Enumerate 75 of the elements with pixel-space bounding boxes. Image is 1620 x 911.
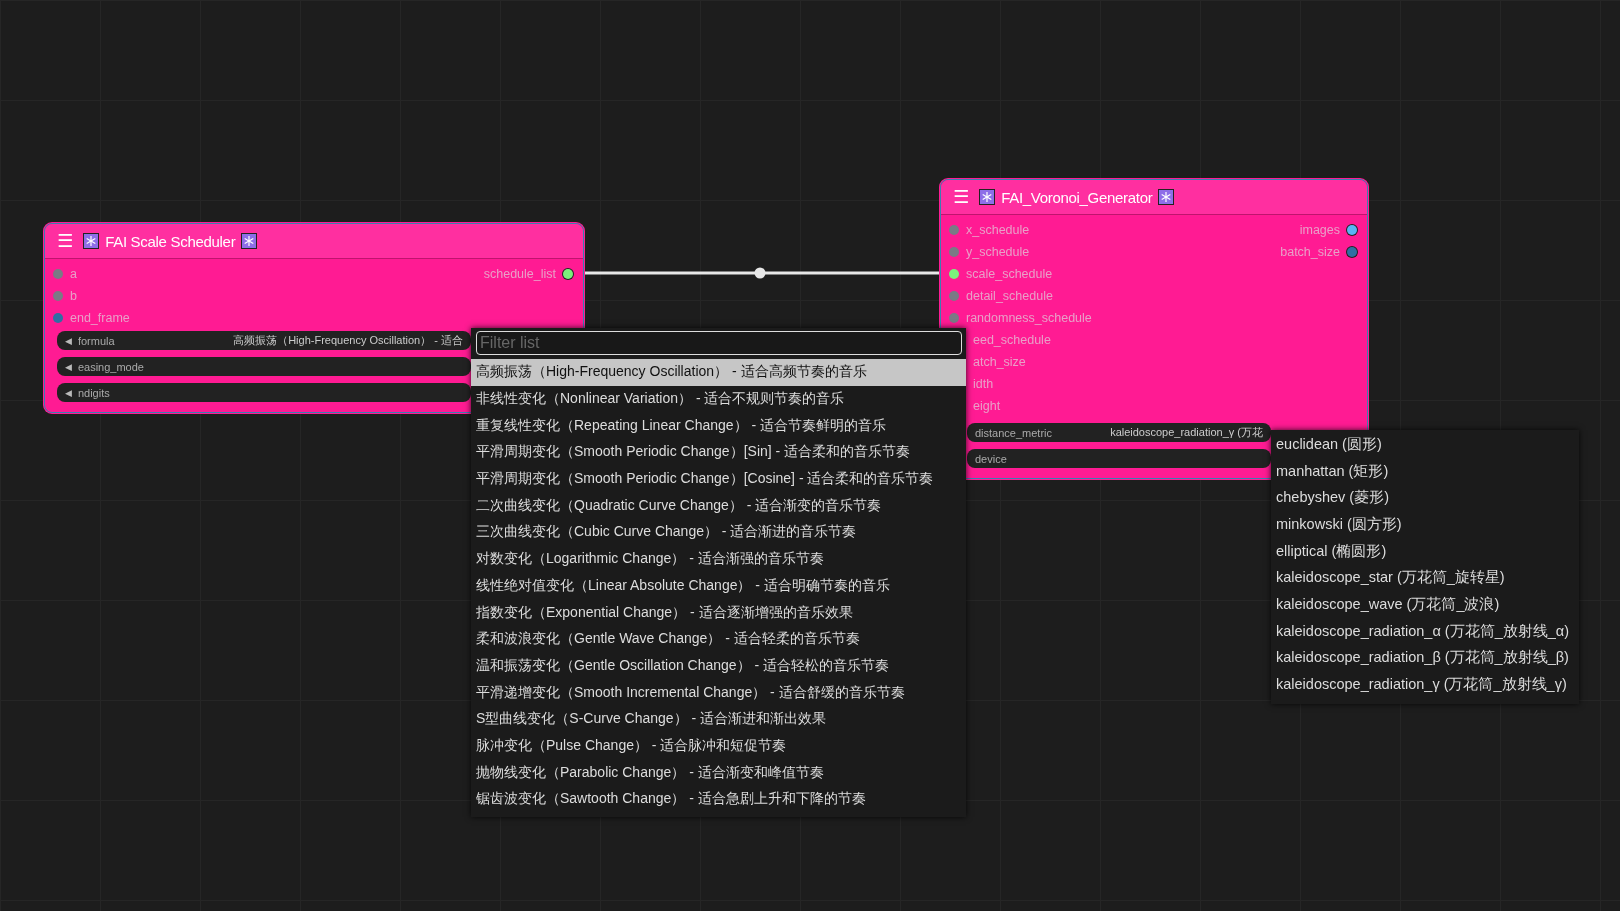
input-dot[interactable] [949, 225, 959, 235]
dropdown-item[interactable]: 指数变化（Exponential Change） - 适合逐渐增强的音乐效果 [471, 599, 966, 626]
dropdown-item[interactable]: 非线性变化（Nonlinear Variation） - 适合不规则节奏的音乐 [471, 385, 966, 413]
snowflake-icon [1158, 189, 1175, 205]
input-label: atch_size [973, 355, 1026, 369]
dropdown-item[interactable]: 三次曲线变化（Cubic Curve Change） - 适合渐进的音乐节奏 [471, 519, 966, 546]
menu-item[interactable]: elliptical (椭圆形) [1271, 537, 1579, 565]
menu-item[interactable]: manhattan (矩形) [1271, 457, 1579, 485]
filter-field[interactable]: Filter list [476, 331, 962, 355]
menu-item[interactable]: kaleidoscope_radiation_γ (万花筒_放射线_γ) [1271, 671, 1579, 698]
menu-item[interactable]: kaleidoscope_radiation_β (万花筒_放射线_β) [1271, 644, 1579, 672]
node-title: FAI Scale Scheduler [105, 232, 236, 250]
input-label: b [70, 289, 77, 303]
widget-label: ndigits [77, 386, 110, 399]
left-arrow-icon[interactable]: ◀ [65, 387, 72, 398]
input-label: eed_schedule [973, 333, 1051, 347]
node-title: FAI_Voronoi_Generator [1001, 188, 1153, 206]
output-dot[interactable] [563, 269, 573, 279]
dropdown-item[interactable]: 平滑周期变化（Smooth Periodic Change）[Sin] - 适合柔和的音乐节奏 [471, 439, 966, 466]
dropdown-item[interactable]: 对数变化（Logarithmic Change） - 适合渐强的音乐节奏 [471, 545, 966, 573]
menu-item[interactable]: minkowski (圆方形) [1271, 511, 1579, 538]
input-label: x_schedule [966, 223, 1030, 237]
dropdown-item[interactable]: 二次曲线变化（Quadratic Curve Change） - 适合渐变的音乐节奏 [471, 492, 966, 520]
menu-item[interactable]: euclidean (圆形) [1271, 431, 1579, 458]
widget-value: 高频振荡（High-Frequency Oscillation） - 适合 [233, 333, 463, 348]
dropdown-item[interactable]: S型曲线变化（S-Curve Change） - 适合渐进和渐出效果 [471, 705, 966, 733]
dropdown-item[interactable]: 柔和波浪变化（Gentle Wave Change） - 适合轻柔的音乐节奏 [471, 625, 966, 653]
dropdown-item[interactable]: 重复线性变化（Repeating Linear Change） - 适合节奏鲜明的音乐 [471, 412, 966, 440]
dropdown-item[interactable]: 线性绝对值变化（Linear Absolute Change） - 适合明确节奏的音乐 [471, 572, 966, 600]
input-label: a [70, 267, 77, 281]
left-arrow-icon[interactable]: ◀ [65, 361, 72, 372]
output-label: images [1299, 223, 1340, 237]
dropdown-item[interactable]: 平滑递增变化（Smooth Incremental Change） - 适合舒缓的音乐节奏 [471, 679, 966, 706]
menu-item[interactable]: kaleidoscope_radiation_α (万花筒_放射线_α) [1271, 617, 1579, 645]
widget-label: device [975, 452, 1007, 465]
widget-value: kaleidoscope_radiation_γ (万花 [1110, 425, 1263, 440]
dropdown-item[interactable]: 抛物线变化（Parabolic Change） - 适合渐变和峰值节奏 [471, 759, 966, 786]
input-label: y_schedule [966, 245, 1030, 259]
snowflake-icon [979, 189, 996, 205]
input-dot[interactable] [53, 269, 63, 279]
output-label: batch_size [1280, 245, 1340, 259]
widget-label: formula [77, 334, 115, 347]
widget-field[interactable]: ◀ formula 高频振荡（High-Frequency Oscillation） - 适合 [57, 331, 471, 350]
dropdown-item[interactable]: 高频振荡（High-Frequency Oscillation） - 适合高频节奏的音乐 [471, 359, 966, 386]
widget-field[interactable]: ◀ easing_mode [57, 357, 471, 376]
widget-field[interactable]: ◀ ndigits [57, 383, 471, 402]
left-arrow-icon[interactable]: ◀ [65, 335, 72, 346]
input-dot[interactable] [949, 313, 959, 323]
snowflake-icon [83, 233, 100, 249]
widget-label: distance_metric [975, 426, 1053, 439]
snowflake-icon [241, 233, 258, 249]
dropdown-item[interactable]: 平滑周期变化（Smooth Periodic Change）[Cosine] - 适合柔和的音乐节奏 [471, 465, 966, 493]
input-dot[interactable] [949, 247, 959, 257]
dropdown-item[interactable]: 脉冲变化（Pulse Change） - 适合脉冲和短促节奏 [471, 732, 966, 760]
widget-label: easing_mode [77, 360, 144, 373]
dropdown-item[interactable]: 温和振荡变化（Gentle Oscillation Change） - 适合轻松的音乐节奏 [471, 652, 966, 680]
widget-field[interactable]: distance_metric kaleidoscope_radiation_γ (万花 [967, 423, 1271, 442]
menu-item[interactable]: kaleidoscope_wave (万花筒_波浪) [1271, 591, 1579, 618]
widget-field[interactable]: device [967, 449, 1271, 468]
input-label: scale_schedule [966, 267, 1053, 281]
input-label: idth [973, 377, 994, 391]
input-label: randomness_schedule [966, 311, 1092, 325]
input-dot[interactable] [949, 291, 959, 301]
menu-item[interactable]: kaleidoscope_star (万花筒_旋转星) [1271, 564, 1579, 592]
input-dot[interactable] [53, 313, 63, 323]
input-dot[interactable] [949, 269, 959, 279]
input-dot[interactable] [53, 291, 63, 301]
output-label: schedule_list [483, 267, 556, 281]
output-dot[interactable] [1347, 225, 1357, 235]
input-label: eight [973, 399, 1001, 413]
menu-item[interactable]: chebyshev (菱形) [1271, 484, 1579, 512]
output-dot[interactable] [1347, 247, 1357, 257]
dropdown-item[interactable]: 锯齿波变化（Sawtooth Change） - 适合急剧上升和下降的节奏 [471, 786, 966, 813]
input-label: detail_schedule [966, 289, 1053, 303]
input-label: end_frame [70, 311, 130, 325]
